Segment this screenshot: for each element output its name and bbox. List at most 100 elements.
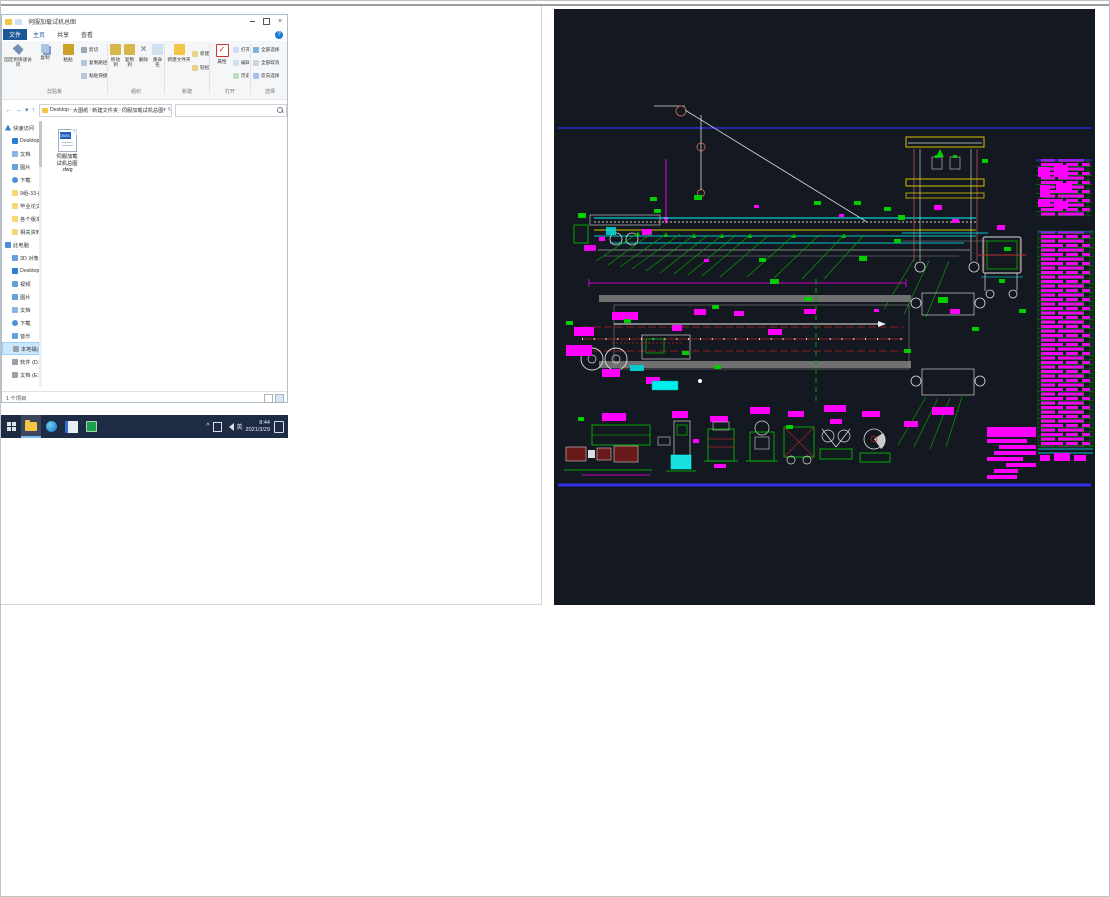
paste-shortcut-button[interactable]: 粘贴快捷方式: [81, 71, 107, 80]
rename-button[interactable]: 重命名: [151, 43, 164, 85]
folder-icon: [12, 228, 18, 235]
new-folder-button[interactable]: 新建文件夹: [167, 43, 191, 85]
page-canvas: 伺服加载试机总图 × 文件 主页 共享 查看 ? 固定到快速访问 复制 粘贴 剪…: [0, 0, 1110, 897]
sidebar-item-label: 下载: [20, 320, 31, 327]
sidebar-item-17[interactable]: 本地磁盘 (C:): [2, 342, 39, 355]
tab-file[interactable]: 文件: [3, 29, 27, 40]
nav-pane: 快速访问Desktop文档图片下载9组-33-(扩大)毕业论文资料各个版本的图纸…: [2, 121, 39, 389]
display-icon[interactable]: [212, 421, 222, 432]
sidebar-item-6[interactable]: 毕业论文资料: [2, 199, 39, 212]
sidebar-item-13[interactable]: 图片: [2, 290, 39, 303]
sidebar-item-15[interactable]: 下载: [2, 316, 39, 329]
move-to-button[interactable]: 移动到: [109, 43, 122, 85]
sidebar-item-11[interactable]: Desktop: [2, 264, 39, 277]
sidebar-item-7[interactable]: 各个版本的图纸: [2, 212, 39, 225]
sidebar-item-14[interactable]: 文档: [2, 303, 39, 316]
delete-button[interactable]: × 删除: [137, 43, 150, 85]
sidebar-item-9[interactable]: 此电脑: [2, 238, 39, 251]
pictures-icon: [12, 163, 18, 170]
breadcrumb-folder1[interactable]: 大图纸: [73, 107, 89, 114]
volume-icon[interactable]: [225, 422, 234, 431]
sidebar-item-1[interactable]: Desktop: [2, 134, 39, 147]
breadcrumb-desktop[interactable]: Desktop: [50, 107, 69, 113]
taskbar-browser[interactable]: [41, 415, 61, 438]
maximize-button[interactable]: [259, 16, 273, 27]
up-button[interactable]: ↑: [32, 107, 36, 114]
taskbar-spreadsheet-app[interactable]: [81, 415, 101, 438]
quick-access-toolbar-icon[interactable]: [15, 18, 22, 25]
select-none-button[interactable]: 全部取消: [253, 58, 287, 67]
easy-access-button[interactable]: 轻松访问 ▾: [192, 63, 209, 72]
sidebar-item-10[interactable]: 3D 对象: [2, 251, 39, 264]
sidebar-item-3[interactable]: 图片: [2, 160, 39, 173]
dwg-file-icon: DWG: [57, 129, 77, 152]
tab-home[interactable]: 主页: [27, 30, 51, 39]
cad-viewport[interactable]: [554, 9, 1095, 605]
properties-button[interactable]: ✓ 属性: [212, 43, 232, 85]
status-bar: 1 个项目: [2, 391, 287, 404]
sidebar-item-label: 文档: [20, 151, 31, 158]
breadcrumb-current[interactable]: 伺服加载试机总图: [122, 107, 164, 114]
tab-share[interactable]: 共享: [51, 30, 75, 39]
dwg-badge: DWG: [59, 132, 71, 139]
breadcrumb-folder2[interactable]: 新建文件夹: [92, 107, 118, 114]
sidebar-item-12[interactable]: 视频: [2, 277, 39, 290]
drive-icon: [13, 345, 19, 352]
sidebar-item-label: 音乐: [20, 333, 31, 340]
sidebar-item-0[interactable]: 快速访问: [2, 121, 39, 134]
new-item-button[interactable]: 新建项目 ▾: [192, 49, 209, 58]
search-icon: [277, 107, 283, 113]
minimize-button[interactable]: [245, 16, 259, 27]
start-button[interactable]: [1, 415, 21, 438]
edit-button[interactable]: 编辑: [233, 58, 249, 67]
sidebar-item-8[interactable]: 相关资料: [2, 225, 39, 238]
sidebar-item-4[interactable]: 下载: [2, 173, 39, 186]
elevation-view: [573, 209, 976, 257]
copy-path-button[interactable]: 复制路径: [81, 58, 107, 67]
input-language-indicator[interactable]: 英: [237, 422, 243, 431]
sidebar-item-16[interactable]: 音乐: [2, 329, 39, 342]
forward-button[interactable]: →: [15, 107, 22, 114]
sidebar-item-5[interactable]: 9组-33-(扩大): [2, 186, 39, 199]
pin-to-quick-access-button[interactable]: 固定到快速访问: [4, 43, 32, 85]
sidebar-item-label: 下载: [20, 177, 31, 184]
details-view-icon[interactable]: [264, 393, 273, 403]
ribbon-separator: [250, 44, 251, 94]
thumbnail-view-icon[interactable]: [275, 393, 284, 403]
refresh-icon[interactable]: ↻: [168, 107, 171, 113]
notification-center-icon[interactable]: [274, 420, 284, 433]
search-input[interactable]: [175, 103, 287, 117]
sidebar-item-2[interactable]: 文档: [2, 147, 39, 160]
drive-icon: [12, 358, 18, 365]
cut-button[interactable]: 剪切: [81, 45, 107, 54]
sidebar-item-18[interactable]: 软件 (D:): [2, 355, 39, 368]
breadcrumb[interactable]: Desktop › 大图纸 › 新建文件夹 › 伺服加载试机总图 ▾ ↻: [39, 103, 173, 117]
invert-selection-button[interactable]: 反向选择: [253, 71, 287, 80]
history-dropdown-icon[interactable]: ▾: [25, 106, 29, 114]
downloads-icon: [12, 319, 18, 326]
file-item-dwg[interactable]: DWG 伺服加载 试机总图 .dwg: [46, 129, 88, 174]
tray-expand-icon[interactable]: ^: [206, 423, 209, 430]
address-dropdown-icon[interactable]: ▾: [163, 107, 166, 113]
clock[interactable]: 8:44 2021/3/29: [246, 420, 270, 433]
select-all-icon: [253, 46, 259, 53]
taskbar-file-explorer[interactable]: [21, 415, 41, 438]
back-button[interactable]: ←: [5, 107, 12, 114]
tab-view[interactable]: 查看: [75, 30, 99, 39]
document-panel: 伺服加载试机总图 × 文件 主页 共享 查看 ? 固定到快速访问 复制 粘贴 剪…: [1, 6, 542, 605]
sidebar-item-19[interactable]: 文档 (E:): [2, 368, 39, 381]
ribbon-separator: [164, 44, 165, 94]
history-button[interactable]: 历史记录: [233, 71, 249, 80]
copy-to-button[interactable]: 复制到: [123, 43, 136, 85]
taskbar-cad-app[interactable]: [61, 415, 81, 438]
paste-button[interactable]: 粘贴: [57, 43, 79, 85]
copy-button[interactable]: 复制: [34, 43, 56, 85]
browser-icon: [45, 421, 57, 432]
open-button[interactable]: 打开: [233, 45, 249, 54]
close-button[interactable]: ×: [273, 16, 287, 27]
select-all-button[interactable]: 全部选择: [253, 45, 287, 54]
quick-access-icon: [5, 124, 11, 131]
help-icon[interactable]: ?: [275, 30, 283, 39]
folder-icon[interactable]: [5, 18, 12, 25]
nav-scrollbar[interactable]: [39, 121, 42, 387]
